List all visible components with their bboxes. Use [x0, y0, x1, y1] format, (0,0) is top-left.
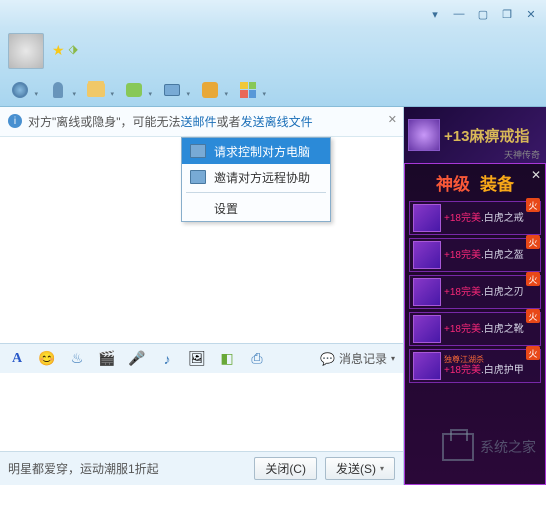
- ad-equipment-panel: ✕ 神级装备 +18完美.白虎之戒火 +18完美.白虎之盔火 +18完美.白虎之…: [404, 163, 546, 485]
- info-icon: i: [8, 114, 22, 128]
- video-call-button[interactable]: ▾: [10, 80, 30, 100]
- font-button[interactable]: A: [8, 350, 26, 368]
- message-input[interactable]: [0, 373, 403, 451]
- send-offline-file-link[interactable]: 发送离线文件: [241, 115, 313, 129]
- more-apps-button[interactable]: ▾: [238, 80, 258, 100]
- contact-header: ★ ⬗: [0, 28, 546, 73]
- equipment-item[interactable]: +18完美.白虎之戒火: [409, 201, 541, 235]
- offline-notice: i 对方"离线或隐身"，可能无法送邮件或者发送离线文件 ✕: [0, 107, 403, 137]
- send-file-button[interactable]: ▾: [86, 80, 106, 100]
- image-button[interactable]: 🖼: [188, 350, 206, 368]
- item-thumb: [413, 315, 441, 343]
- format-toolbar: A 😊 ♨ 🎬 🎤 ♪ 🖼 ◧ ⎙ 💬 消息记录 ▾: [0, 343, 403, 373]
- ad-panel-title: 神级装备: [409, 170, 541, 195]
- fire-badge: 火: [526, 235, 540, 249]
- equipment-item[interactable]: +18完美.白虎之刃火: [409, 275, 541, 309]
- menu-separator: [186, 192, 326, 193]
- star-icon: ★: [52, 42, 65, 59]
- contact-status-icons: ★ ⬗: [52, 42, 78, 59]
- voice-call-button[interactable]: ▾: [48, 80, 68, 100]
- close-button[interactable]: 关闭(C): [254, 457, 317, 480]
- monitor-icon: [190, 170, 206, 184]
- notice-text: 对方"离线或隐身"，可能无法送邮件或者发送离线文件: [28, 113, 313, 130]
- equipment-item[interactable]: +18完美.白虎之盔火: [409, 238, 541, 272]
- menu-settings[interactable]: 设置: [182, 195, 330, 221]
- ad-top-subtitle: 天神传奇: [504, 148, 540, 161]
- menu-invite-assist[interactable]: 邀请对方远程协助: [182, 164, 330, 190]
- main-toolbar: ▾ ▾ ▾ ▾ ▾ ▾ ▾: [0, 73, 546, 107]
- maximize-button[interactable]: ▢: [472, 5, 494, 23]
- side-panel: +13麻痹戒指 天神传奇 ✕ 神级装备 +18完美.白虎之戒火 +18完美.白虎…: [404, 107, 546, 485]
- ad-close-icon[interactable]: ✕: [531, 168, 541, 182]
- remote-desktop-menu: 请求控制对方电脑 邀请对方远程协助 设置: [181, 137, 331, 222]
- ad-top-text: +13麻痹戒指: [444, 125, 529, 146]
- fire-badge: 火: [526, 309, 540, 323]
- item-thumb: [413, 241, 441, 269]
- item-thumb: [413, 278, 441, 306]
- equipment-item[interactable]: 独尊江湖杀+18完美.白虎护甲火: [409, 349, 541, 383]
- fire-badge: 火: [526, 272, 540, 286]
- remote-desktop-button[interactable]: ▾: [162, 80, 182, 100]
- gift-button[interactable]: 🎬: [98, 350, 116, 368]
- chat-column: i 对方"离线或隐身"，可能无法送邮件或者发送离线文件 ✕ 请求控制对方电脑 邀…: [0, 107, 404, 485]
- send-mail-link[interactable]: 送邮件: [181, 115, 217, 129]
- equipment-item[interactable]: +18完美.白虎之靴火: [409, 312, 541, 346]
- send-button[interactable]: 发送(S)▾: [325, 457, 395, 480]
- screenshot-button[interactable]: ⎙: [248, 350, 266, 368]
- restore-button[interactable]: ❐: [496, 5, 518, 23]
- promo-text[interactable]: 明星都爱穿，运动潮服1折起: [8, 460, 246, 477]
- more-button[interactable]: ◧: [218, 350, 236, 368]
- titlebar-dropdown-icon[interactable]: ▾: [424, 5, 446, 23]
- item-icon: [408, 119, 440, 151]
- menu-request-control[interactable]: 请求控制对方电脑: [182, 138, 330, 164]
- music-button[interactable]: ♪: [158, 350, 176, 368]
- emoji-button[interactable]: 😊: [38, 350, 56, 368]
- fire-badge: 火: [526, 198, 540, 212]
- monitor-icon: [190, 144, 206, 158]
- fire-badge: 火: [526, 346, 540, 360]
- voice-msg-button[interactable]: 🎤: [128, 350, 146, 368]
- message-history-button[interactable]: 💬 消息记录 ▾: [320, 350, 395, 367]
- message-display-area: 请求控制对方电脑 邀请对方远程协助 设置: [0, 137, 403, 343]
- window-titlebar: ▾ — ▢ ❐ ✕: [0, 0, 546, 28]
- close-window-button[interactable]: ✕: [520, 5, 542, 23]
- contact-avatar[interactable]: [8, 33, 44, 69]
- shake-button[interactable]: ♨: [68, 350, 86, 368]
- group-chat-button[interactable]: ▾: [124, 80, 144, 100]
- item-thumb: [413, 204, 441, 232]
- item-thumb: [413, 352, 441, 380]
- bottom-bar: 明星都爱穿，运动潮服1折起 关闭(C) 发送(S)▾: [0, 451, 403, 485]
- minimize-button[interactable]: —: [448, 5, 470, 23]
- notice-close-icon[interactable]: ✕: [388, 113, 397, 126]
- ad-banner-top[interactable]: +13麻痹戒指 天神传奇: [404, 107, 546, 163]
- history-icon: 💬: [320, 352, 335, 366]
- apps-button[interactable]: ▾: [200, 80, 220, 100]
- level-icon: ⬗: [69, 42, 78, 59]
